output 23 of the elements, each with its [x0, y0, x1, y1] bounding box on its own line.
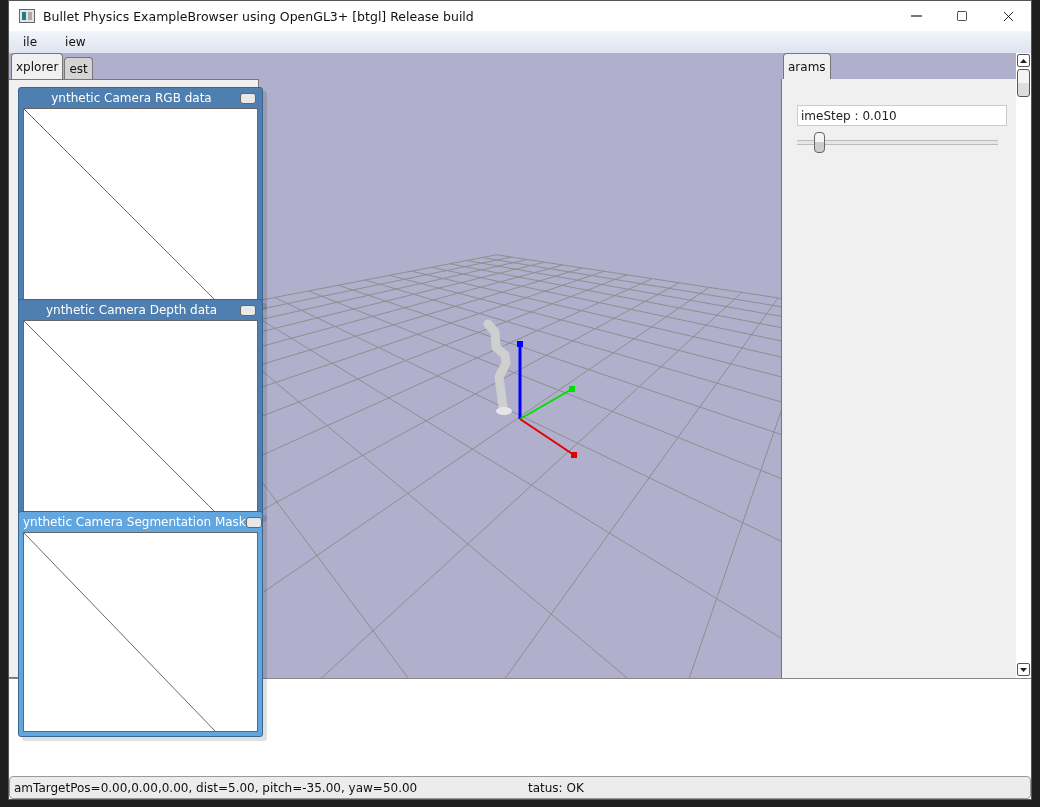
window-title: Bullet Physics ExampleBrowser using OpenGL3+ [btgl] Release build — [43, 8, 475, 24]
scrollbar[interactable] — [1016, 53, 1031, 678]
camera-info: amTargetPos=0.00,0.00,0.00, dist=5.00, pitch=-35.00, yaw=50.00 — [13, 780, 419, 795]
minimize-button[interactable] — [240, 304, 256, 316]
tab[interactable]: arams — [783, 53, 831, 79]
minimize-button[interactable] — [245, 516, 262, 528]
app-icon — [19, 9, 35, 23]
minimize-icon — [910, 15, 922, 17]
minimize-button[interactable] — [240, 92, 256, 104]
slider-label: imeStep : 0.010 — [797, 105, 1007, 126]
menu-item[interactable]: ile — [23, 35, 38, 49]
maximize-icon — [956, 10, 968, 22]
slider-thumb[interactable] — [814, 132, 826, 153]
status-text: tatus: OK — [527, 780, 585, 795]
camera-window-title: ynthetic Camera RGB data — [50, 91, 213, 105]
camera-window-title: ynthetic Camera Segmentation Mask — [23, 515, 246, 529]
tab[interactable]: est — [64, 57, 93, 79]
scroll-thumb[interactable] — [1017, 69, 1030, 97]
scroll-up-icon[interactable] — [1017, 54, 1030, 67]
camera-window-title: ynthetic Camera Depth data — [44, 303, 219, 317]
scroll-down-icon[interactable] — [1017, 663, 1030, 676]
menu-item[interactable]: iew — [65, 35, 86, 49]
tab[interactable]: xplorer — [11, 53, 64, 79]
